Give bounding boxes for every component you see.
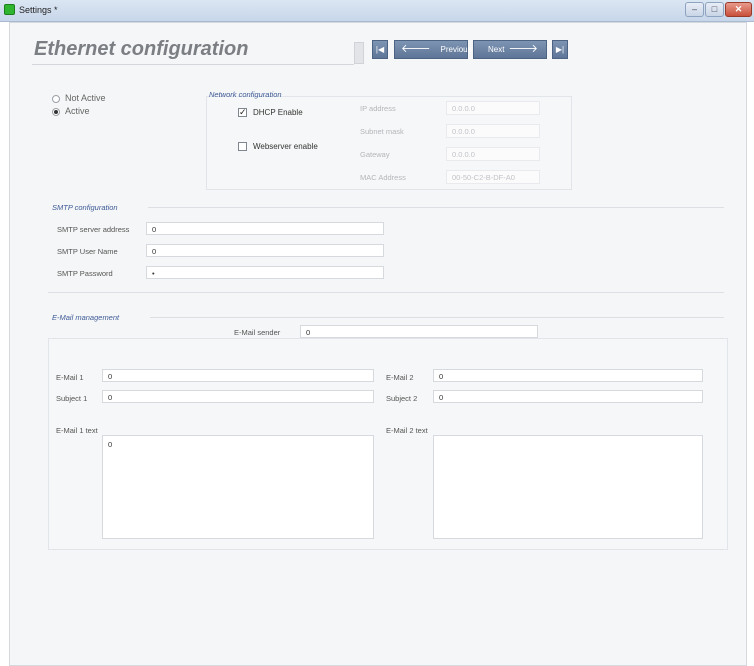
email1-text-label: E-Mail 1 text [56,426,98,435]
email-management-title: E-Mail management [52,313,120,322]
smtp-password-input[interactable]: • [146,266,384,279]
mac-address-field: 00-50-C2-B-DF-A0 [446,170,540,184]
smtp-config-title: SMTP configuration [52,203,118,212]
close-button[interactable]: ✕ [725,2,752,17]
next-label: Next [488,45,505,54]
app-icon [4,4,15,15]
maximize-button[interactable]: □ [705,2,724,17]
email1-text-area[interactable]: 0 [102,435,374,539]
webserver-check-icon [238,142,247,151]
email2-text-area[interactable] [433,435,703,539]
subject1-input[interactable]: 0 [102,390,374,403]
title-divider [32,64,354,65]
email-sender-label: E-Mail sender [234,328,281,337]
mac-address-label: MAC Address [360,173,406,182]
window-titlebar[interactable]: Settings * – □ ✕ [0,0,754,22]
webserver-enable-label: Webserver enable [253,142,318,151]
radio-active-indicator [52,108,60,116]
minimize-button[interactable]: – [685,2,704,17]
arrow-left-icon: 🡐 [401,43,431,55]
previous-button[interactable]: 🡐 Previous [394,40,472,59]
smtp-password-label: SMTP Password [57,269,113,278]
window-title: Settings * [19,5,58,15]
nav-grip [354,42,364,64]
radio-active-label: Active [65,106,90,116]
ip-address-label: IP address [360,104,396,113]
network-config-title: Network configuration [209,90,282,99]
smtp-divider [148,207,724,208]
radio-active[interactable]: Active [52,106,172,118]
dhcp-enable-label: DHCP Enable [253,108,303,117]
skip-first-icon: |◀ [375,45,385,54]
first-page-button[interactable]: |◀ [372,40,388,59]
webserver-enable-checkbox[interactable]: Webserver enable [238,141,358,153]
subject1-label: Subject 1 [56,394,88,403]
smtp-server-label: SMTP server address [57,225,130,234]
email2-text-label: E-Mail 2 text [386,426,428,435]
dhcp-check-icon: ✓ [238,107,247,117]
smtp-bottom-divider [48,292,724,293]
last-page-button[interactable]: ▶| [552,40,568,59]
radio-not-active-indicator [52,95,60,103]
subject2-input[interactable]: 0 [433,390,703,403]
smtp-server-input[interactable]: 0 [146,222,384,235]
email-divider [150,317,724,318]
page-title: Ethernet configuration [34,38,249,60]
next-button[interactable]: Next 🡒 [473,40,547,59]
ip-address-field: 0.0.0.0 [446,101,540,115]
dhcp-enable-checkbox[interactable]: ✓ DHCP Enable [238,107,358,119]
email1-input[interactable]: 0 [102,369,374,382]
skip-last-icon: ▶| [555,45,565,54]
radio-not-active[interactable]: Not Active [52,93,172,105]
radio-not-active-label: Not Active [65,93,106,103]
email2-label: E-Mail 2 [386,373,414,382]
smtp-user-input[interactable]: 0 [146,244,384,257]
previous-label: Previous [440,45,472,54]
smtp-user-label: SMTP User Name [57,247,118,256]
subnet-mask-field: 0.0.0.0 [446,124,540,138]
arrow-right-icon: 🡒 [508,43,539,55]
subject2-label: Subject 2 [386,394,418,403]
gateway-field: 0.0.0.0 [446,147,540,161]
subnet-mask-label: Subnet mask [360,127,404,136]
email2-input[interactable]: 0 [433,369,703,382]
email-sender-input[interactable]: 0 [300,325,538,338]
email1-label: E-Mail 1 [56,373,84,382]
gateway-label: Gateway [360,150,390,159]
